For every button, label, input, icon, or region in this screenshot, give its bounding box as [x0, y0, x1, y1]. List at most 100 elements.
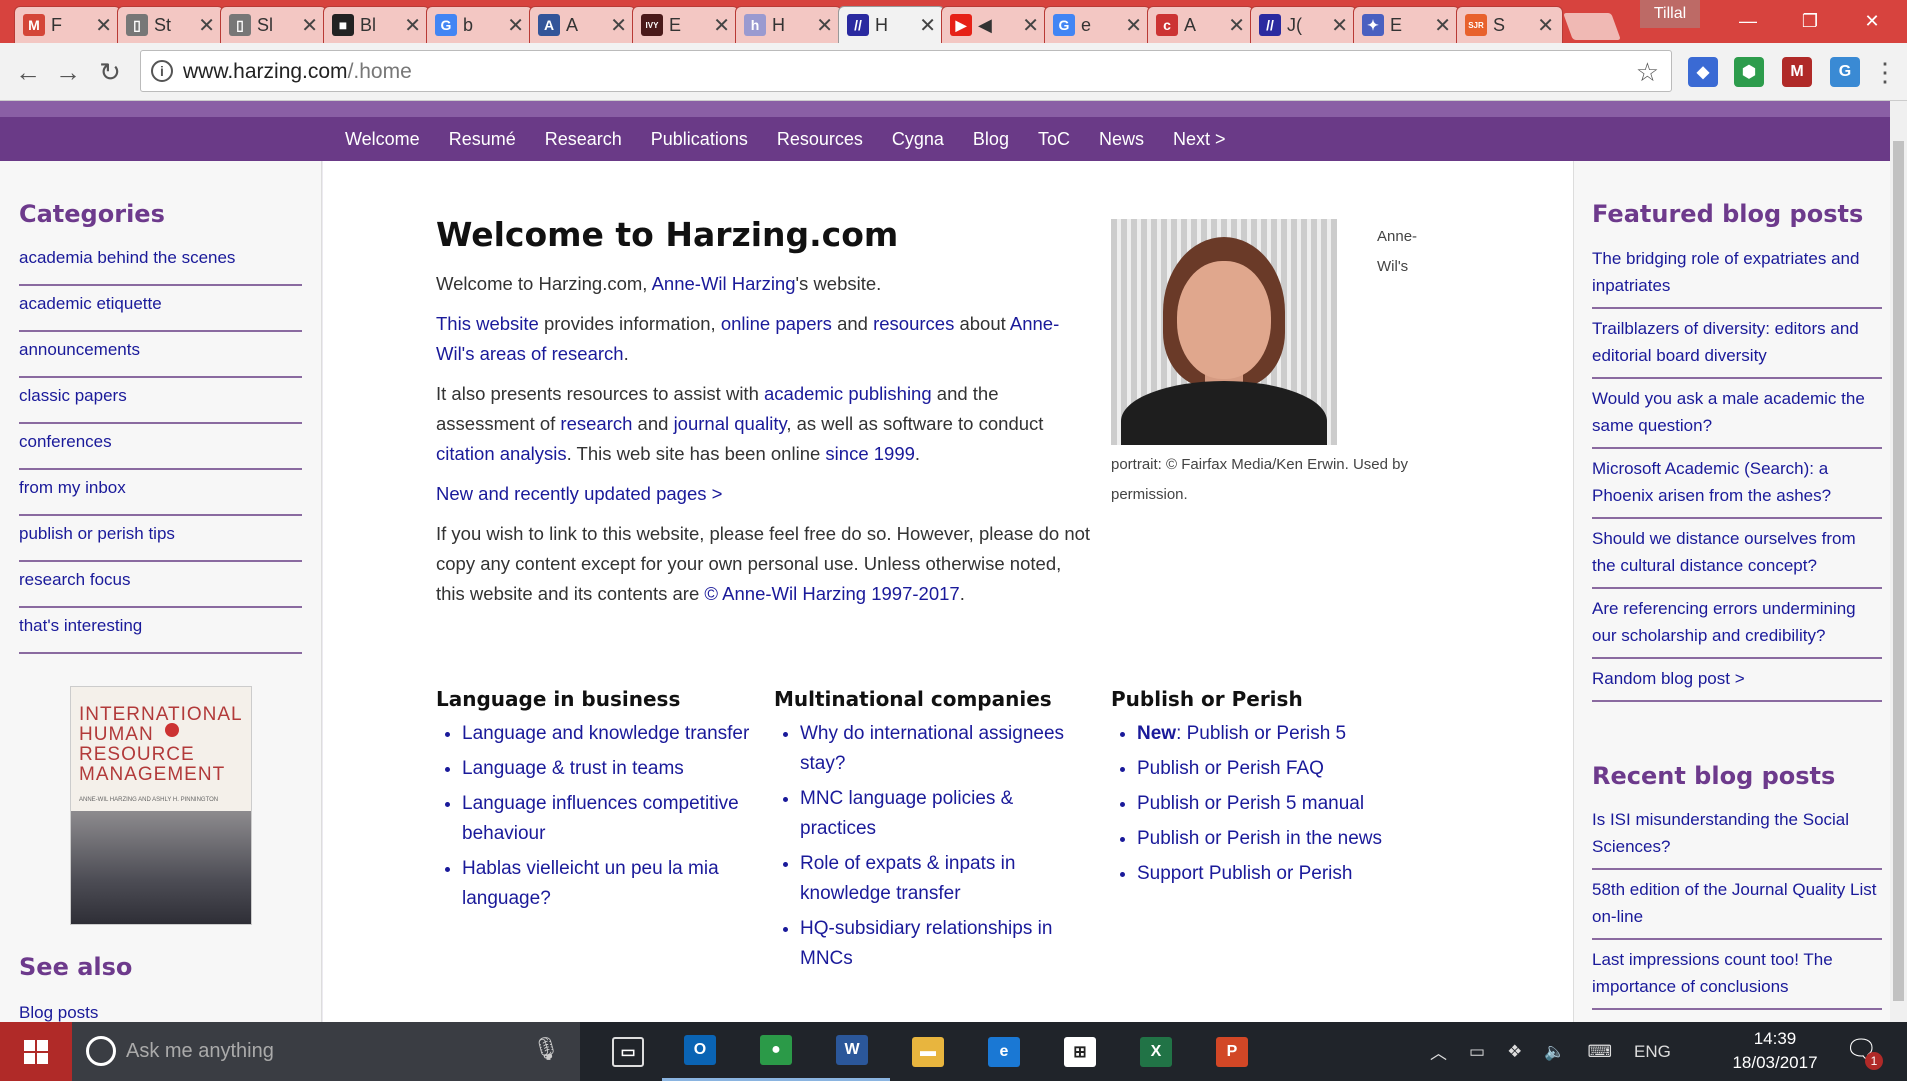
new-pages-link[interactable]: New and recently updated pages >: [436, 483, 722, 504]
extension-icon[interactable]: ⬢: [1734, 57, 1764, 87]
category-link[interactable]: publish or perish tips: [19, 516, 302, 562]
taskbar-task-view[interactable]: ▭: [590, 1022, 666, 1081]
taskbar-store[interactable]: ⊞: [1042, 1022, 1118, 1081]
browser-tab[interactable]: // H ✕: [838, 6, 945, 43]
taskbar-edge[interactable]: e: [966, 1022, 1042, 1081]
featured-post-link[interactable]: Random blog post >: [1592, 659, 1882, 702]
featured-post-link[interactable]: The bridging role of expatriates and inp…: [1592, 239, 1882, 309]
featured-post-link[interactable]: Trailblazers of diversity: editors and e…: [1592, 309, 1882, 379]
taskbar-outlook[interactable]: O: [662, 1022, 738, 1081]
category-link[interactable]: announcements: [19, 332, 302, 378]
copyright-link[interactable]: © Anne-Wil Harzing 1997-2017: [704, 583, 959, 604]
taskbar-file-explorer[interactable]: ▬: [890, 1022, 966, 1081]
start-button[interactable]: [0, 1022, 72, 1081]
extension-icon[interactable]: G: [1830, 57, 1860, 87]
tab-close-icon[interactable]: ✕: [919, 13, 936, 38]
topic-link[interactable]: MNC language policies & practices: [800, 784, 1094, 844]
nav-item-blog[interactable]: Blog: [973, 129, 1009, 150]
info-icon[interactable]: i: [151, 60, 173, 82]
topic-link[interactable]: Publish or Perish FAQ: [1137, 754, 1451, 784]
nav-item-welcome[interactable]: Welcome: [345, 129, 420, 150]
browser-tab[interactable]: SJR S ✕: [1456, 6, 1563, 43]
featured-post-link[interactable]: Should we distance ourselves from the cu…: [1592, 519, 1882, 589]
tab-close-icon[interactable]: ✕: [507, 13, 524, 38]
topic-link[interactable]: Publish or Perish in the news: [1137, 824, 1451, 854]
tab-close-icon[interactable]: ✕: [1434, 13, 1451, 38]
nav-item-resum[interactable]: Resumé: [449, 129, 516, 150]
scrollbar-thumb[interactable]: [1893, 141, 1904, 1001]
category-link[interactable]: academic etiquette: [19, 286, 302, 332]
research-link[interactable]: research: [560, 413, 632, 434]
resources-link[interactable]: resources: [873, 313, 954, 334]
topic-link[interactable]: Support Publish or Perish: [1137, 859, 1451, 889]
recent-post-link[interactable]: Last impressions count too! The importan…: [1592, 940, 1882, 1010]
maximize-button[interactable]: ❐: [1780, 0, 1840, 43]
tab-close-icon[interactable]: ✕: [404, 13, 421, 38]
tab-close-icon[interactable]: ✕: [1022, 13, 1039, 38]
action-center-icon[interactable]: 🗨 1: [1845, 1034, 1883, 1070]
category-link[interactable]: academia behind the scenes: [19, 240, 302, 286]
browser-tab[interactable]: c A ✕: [1147, 6, 1254, 43]
nav-item-publications[interactable]: Publications: [651, 129, 748, 150]
featured-post-link[interactable]: Are referencing errors undermining our s…: [1592, 589, 1882, 659]
minimize-button[interactable]: —: [1718, 0, 1778, 43]
online-papers-link[interactable]: online papers: [721, 313, 832, 334]
tab-close-icon[interactable]: ✕: [713, 13, 730, 38]
featured-post-link[interactable]: Microsoft Academic (Search): a Phoenix a…: [1592, 449, 1882, 519]
browser-tab[interactable]: Gb ✕: [426, 6, 533, 43]
menu-icon[interactable]: ⋮: [1870, 52, 1900, 92]
category-link[interactable]: that's interesting: [19, 608, 302, 654]
topic-link[interactable]: Language & trust in teams: [462, 754, 766, 784]
volume-icon[interactable]: 🔈: [1544, 1042, 1565, 1062]
topic-link[interactable]: Language and knowledge transfer: [462, 719, 766, 749]
battery-icon[interactable]: ▭: [1469, 1042, 1485, 1062]
browser-tab[interactable]: M F ✕: [14, 6, 121, 43]
extension-icon[interactable]: ◆: [1688, 57, 1718, 87]
tab-close-icon[interactable]: ✕: [1125, 13, 1142, 38]
browser-tab[interactable]: ■ Bl ✕: [323, 6, 430, 43]
category-link[interactable]: classic papers: [19, 378, 302, 424]
browser-tab[interactable]: Ge ✕: [1044, 6, 1151, 43]
address-bar[interactable]: i www.harzing.com/.home ☆: [140, 50, 1672, 92]
tab-close-icon[interactable]: ✕: [1537, 13, 1554, 38]
category-link[interactable]: from my inbox: [19, 470, 302, 516]
taskbar-excel[interactable]: X: [1118, 1022, 1194, 1081]
tab-close-icon[interactable]: ✕: [198, 13, 215, 38]
nav-item-resources[interactable]: Resources: [777, 129, 863, 150]
profile-button[interactable]: Tillal: [1640, 0, 1700, 28]
forward-icon[interactable]: →: [48, 52, 88, 92]
mendeley-icon[interactable]: M: [1782, 57, 1812, 87]
taskbar-word[interactable]: W: [814, 1022, 890, 1081]
since-1999-link[interactable]: since 1999: [825, 443, 914, 464]
nav-item-cygna[interactable]: Cygna: [892, 129, 944, 150]
close-window-button[interactable]: ✕: [1842, 0, 1902, 43]
page-scrollbar[interactable]: [1890, 101, 1907, 1022]
browser-tab[interactable]: ▶ ◀ ✕: [941, 6, 1048, 43]
microphone-icon[interactable]: 🎙: [532, 1036, 560, 1062]
bookmark-star-icon[interactable]: ☆: [1636, 57, 1659, 88]
new-tab-button[interactable]: [1563, 13, 1621, 40]
browser-tab[interactable]: A A ✕: [529, 6, 636, 43]
academic-publishing-link[interactable]: academic publishing: [764, 383, 932, 404]
taskbar-chrome[interactable]: ●: [738, 1022, 814, 1081]
author-link[interactable]: Anne-Wil Harzing: [652, 273, 796, 294]
topic-link[interactable]: Role of expats & inpats in knowledge tra…: [800, 849, 1094, 909]
dropbox-icon[interactable]: ❖: [1507, 1042, 1522, 1062]
nav-item-research[interactable]: Research: [545, 129, 622, 150]
nav-item-news[interactable]: News: [1099, 129, 1144, 150]
tab-close-icon[interactable]: ✕: [301, 13, 318, 38]
reload-icon[interactable]: ↻: [90, 52, 130, 92]
tab-close-icon[interactable]: ✕: [95, 13, 112, 38]
browser-tab[interactable]: ✦ E ✕: [1353, 6, 1460, 43]
url-text[interactable]: www.harzing.com/.home: [183, 60, 412, 84]
this-website-link[interactable]: This website: [436, 313, 539, 334]
topic-link[interactable]: New: Publish or Perish 5: [1137, 719, 1451, 749]
taskbar-powerpoint[interactable]: P: [1194, 1022, 1270, 1081]
tab-close-icon[interactable]: ✕: [1228, 13, 1245, 38]
nav-item-next[interactable]: Next >: [1173, 129, 1226, 150]
language-indicator[interactable]: ENG: [1634, 1042, 1671, 1062]
journal-quality-link[interactable]: journal quality: [674, 413, 787, 434]
topic-link[interactable]: Hablas vielleicht un peu la mia language…: [462, 854, 766, 914]
browser-tab[interactable]: h H ✕: [735, 6, 842, 43]
chevron-up-icon[interactable]: ︿: [1430, 1039, 1447, 1064]
